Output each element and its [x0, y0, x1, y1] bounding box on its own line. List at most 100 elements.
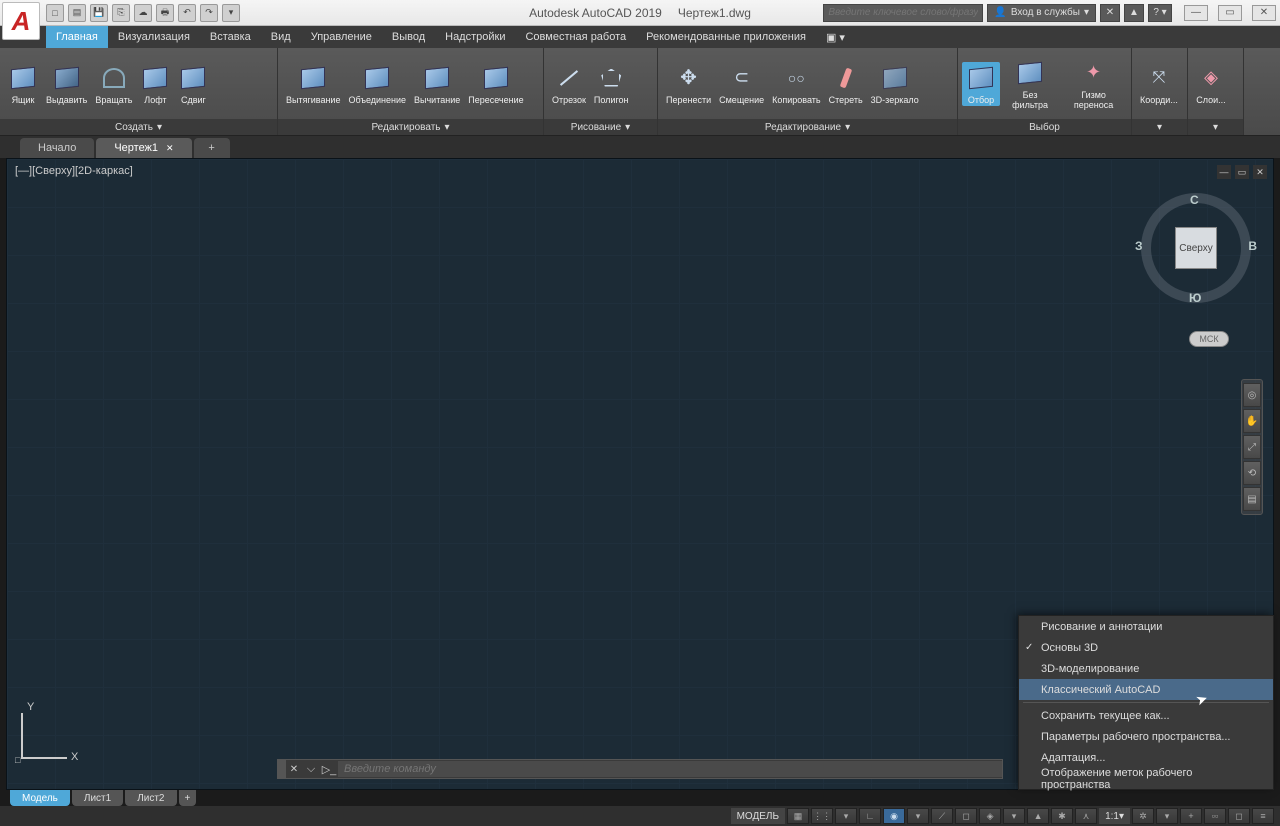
subtract-button[interactable]: Вычитание [410, 62, 464, 106]
box-button[interactable]: Ящик [4, 62, 42, 106]
gizmo-button[interactable]: ✦Гизмо переноса [1060, 57, 1127, 111]
nav-showmotion-icon[interactable]: ▤ [1243, 487, 1261, 511]
erase-button[interactable]: Стереть [825, 62, 867, 106]
status-osnap-icon[interactable]: ◻ [955, 808, 977, 824]
close-button[interactable]: ✕ [1252, 5, 1276, 21]
tab-manage[interactable]: Управление [301, 26, 382, 48]
status-annoscale-icon[interactable]: ▲ [1027, 808, 1049, 824]
layout-tab-add[interactable]: + [179, 790, 197, 806]
panel-select-title[interactable]: Выбор [958, 119, 1131, 135]
ws-labels[interactable]: Отображение меток рабочего пространства [1019, 768, 1273, 789]
tab-insert[interactable]: Вставка [200, 26, 261, 48]
tab-visualize[interactable]: Визуализация [108, 26, 200, 48]
saveas-icon[interactable]: ⎘ [112, 4, 130, 22]
status-isoplane-icon[interactable]: ⟋ [931, 808, 953, 824]
filetab-add[interactable]: + [194, 138, 230, 158]
layers-button[interactable]: ◈Слои... [1192, 62, 1230, 106]
polygon-button[interactable]: Полигон [590, 62, 633, 106]
layout-tab-sheet1[interactable]: Лист1 [72, 790, 123, 806]
ws-item-3dmodeling[interactable]: 3D-моделирование [1019, 658, 1273, 679]
cmd-drag-handle[interactable] [278, 760, 286, 778]
status-polar-icon[interactable]: ◉ [883, 808, 905, 824]
coord-button[interactable]: ⤧Коорди... [1136, 62, 1182, 106]
tab-collab[interactable]: Совместная работа [515, 26, 636, 48]
ws-item-drafting[interactable]: Рисование и аннотации [1019, 616, 1273, 637]
filetab-drawing1[interactable]: Чертеж1✕ [96, 138, 191, 158]
status-expand1[interactable]: ▾ [835, 808, 857, 824]
ws-item-3dbasics[interactable]: ✓Основы 3D [1019, 637, 1273, 658]
status-annoauto-icon[interactable]: ⋏ [1075, 808, 1097, 824]
vp-minimize-icon[interactable]: — [1217, 165, 1231, 179]
cmd-recent-icon[interactable]: ⌵ [302, 763, 320, 776]
viewcube-east[interactable]: В [1248, 239, 1257, 253]
ws-save-as[interactable]: Сохранить текущее как... [1019, 705, 1273, 726]
cloud-icon[interactable]: ☁ [134, 4, 152, 22]
viewcube[interactable]: Сверху С Ю З В [1141, 193, 1251, 303]
nav-zoom-icon[interactable]: ⤢ [1243, 435, 1261, 459]
qat-dropdown[interactable]: ▾ [222, 4, 240, 22]
search-input[interactable] [823, 4, 983, 22]
vp-close-icon[interactable]: ✕ [1253, 165, 1267, 179]
panel-layers-title[interactable]: ▾ [1188, 119, 1243, 135]
nav-orbit-icon[interactable]: ⟲ [1243, 461, 1261, 485]
status-3dosnap-icon[interactable]: ◈ [979, 808, 1001, 824]
app-menu-button[interactable]: A [2, 2, 40, 40]
status-expand3[interactable]: ▾ [1003, 808, 1025, 824]
copy-button[interactable]: ○○Копировать [768, 62, 824, 106]
offset-button[interactable]: ⊂Смещение [715, 62, 768, 106]
panel-coord-title[interactable]: ▾ [1132, 119, 1187, 135]
viewcube-south[interactable]: Ю [1189, 291, 1201, 305]
viewcube-west[interactable]: З [1135, 239, 1143, 253]
layout-tab-model[interactable]: Модель [10, 790, 70, 806]
status-hardware-icon[interactable]: ▫▫ [1204, 808, 1226, 824]
maximize-button[interactable]: ▭ [1218, 5, 1242, 21]
open-icon[interactable]: ▤ [68, 4, 86, 22]
ws-item-classic[interactable]: Классический AutoCAD [1019, 679, 1273, 700]
tab-featured[interactable]: Рекомендованные приложения [636, 26, 816, 48]
tab-addins[interactable]: Надстройки [435, 26, 515, 48]
panel-edit-title[interactable]: Редактировать ▾ [278, 119, 543, 135]
status-isolate-icon[interactable]: ◻ [1228, 808, 1250, 824]
revolve-button[interactable]: Вращать [91, 62, 136, 106]
viewcube-north[interactable]: С [1190, 193, 1199, 207]
move-button[interactable]: ✥Перенести [662, 62, 715, 106]
sweep-button[interactable]: Сдвиг [174, 62, 212, 106]
a360-icon[interactable]: ▲ [1124, 4, 1144, 22]
mirror3d-button[interactable]: 3D-зеркало [867, 62, 923, 106]
layout-tab-sheet2[interactable]: Лист2 [125, 790, 176, 806]
redo-icon[interactable]: ↷ [200, 4, 218, 22]
intersect-button[interactable]: Пересечение [464, 62, 527, 106]
tab-expand[interactable]: ▣ ▾ [816, 26, 855, 48]
status-grid-icon[interactable]: ▦ [787, 808, 809, 824]
viewport-label[interactable]: [—][Сверху][2D-каркас] [15, 165, 133, 177]
status-snap-icon[interactable]: ⋮⋮ [811, 808, 833, 824]
union-button[interactable]: Объединение [344, 62, 410, 106]
minimize-button[interactable]: — [1184, 5, 1208, 21]
exchange-icon[interactable]: ✕ [1100, 4, 1120, 22]
tab-home[interactable]: Главная [46, 26, 108, 48]
undo-icon[interactable]: ↶ [178, 4, 196, 22]
presspull-button[interactable]: Вытягивание [282, 62, 344, 106]
tab-view[interactable]: Вид [261, 26, 301, 48]
save-icon[interactable]: 💾 [90, 4, 108, 22]
status-model-button[interactable]: МОДЕЛЬ [731, 808, 785, 824]
panel-modify-title[interactable]: Редактирование ▾ [658, 119, 957, 135]
plot-icon[interactable]: 🖶 [156, 4, 174, 22]
nofilter-button[interactable]: Без фильтра [1000, 57, 1060, 111]
nav-wheel-icon[interactable]: ◎ [1243, 383, 1261, 407]
filetab-start[interactable]: Начало [20, 138, 94, 158]
loft-button[interactable]: Лофт [136, 62, 174, 106]
panel-create-title[interactable]: Создать ▾ [0, 119, 277, 135]
culling-button[interactable]: Отбор [962, 62, 1000, 106]
viewcube-face[interactable]: Сверху [1175, 227, 1217, 269]
new-icon[interactable]: □ [46, 4, 64, 22]
cmd-close-icon[interactable]: ✕ [286, 764, 302, 775]
tab-output[interactable]: Вывод [382, 26, 435, 48]
close-icon[interactable]: ✕ [166, 143, 174, 154]
line-button[interactable]: Отрезок [548, 62, 590, 106]
help-icon[interactable]: ? ▾ [1148, 4, 1172, 22]
ws-customize[interactable]: Адаптация... [1019, 747, 1273, 768]
status-custom-icon[interactable]: ≡ [1252, 808, 1274, 824]
vp-maximize-icon[interactable]: ▭ [1235, 165, 1249, 179]
status-monitor-icon[interactable]: + [1180, 808, 1202, 824]
